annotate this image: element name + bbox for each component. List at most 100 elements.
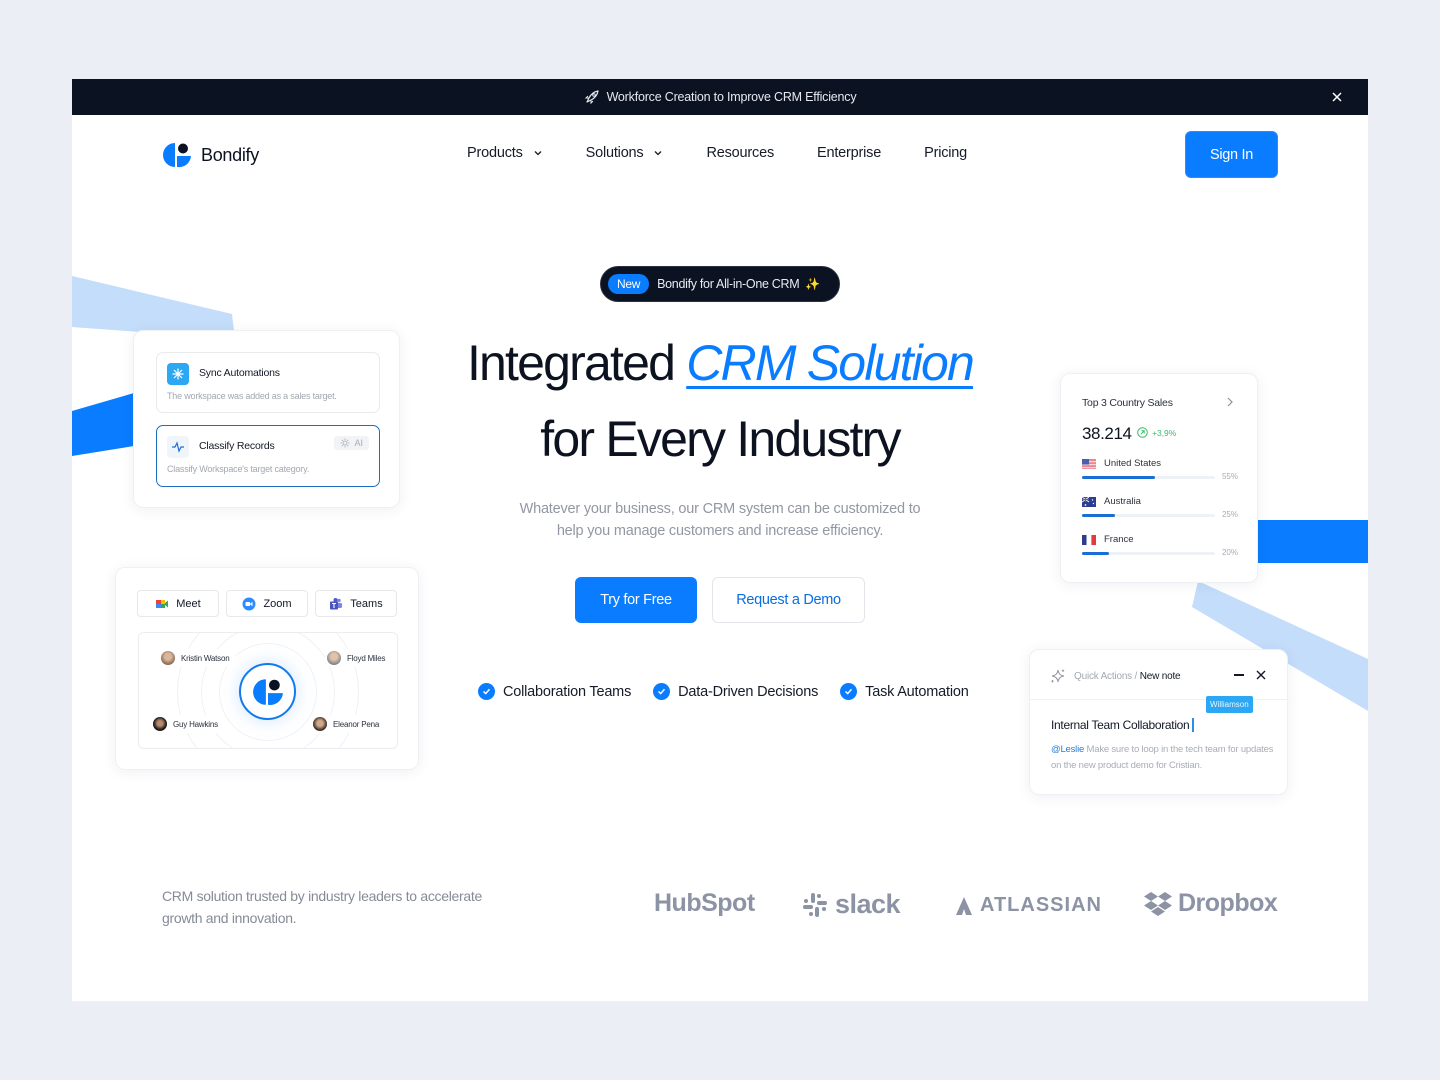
zoom-button[interactable]: Zoom (226, 590, 308, 617)
sales-trend: +3,9% (1137, 427, 1176, 438)
mention-link[interactable]: @Leslie (1051, 744, 1084, 755)
chevron-right-icon[interactable] (1225, 396, 1235, 408)
snowflake-icon (167, 363, 189, 385)
automations-card: Sync Automations The workspace was added… (133, 330, 400, 508)
feature-item: Collaboration Teams (478, 683, 631, 700)
minimize-icon[interactable] (1234, 674, 1244, 676)
brand-logo[interactable]: Bondify (162, 142, 259, 168)
slack-logo: slack (801, 889, 901, 920)
feature-label: Task Automation (865, 683, 969, 700)
country-name: United States (1104, 458, 1162, 469)
bondify-logo-icon (163, 143, 191, 168)
nav-products-label: Products (467, 145, 523, 161)
progress-fill (1082, 514, 1116, 517)
participant[interactable]: Eleanor Pena (311, 715, 386, 733)
decorative-shape-left-light (72, 276, 235, 339)
automation-title: Sync Automations (199, 367, 280, 379)
nav-resources-label: Resources (706, 145, 774, 161)
announcement-bar: Workforce Creation to Improve CRM Effici… (72, 79, 1368, 115)
nav-solutions[interactable]: Solutions (586, 145, 664, 161)
close-icon[interactable] (1255, 669, 1267, 681)
sign-in-button[interactable]: Sign In (1185, 131, 1278, 178)
note-body[interactable]: @Leslie Make sure to loop in the tech te… (1051, 742, 1276, 774)
landing-page: Workforce Creation to Improve CRM Effici… (72, 79, 1368, 1001)
us-flag-icon (1082, 459, 1096, 469)
participant-name: Eleanor Pena (333, 719, 380, 729)
meet-label: Meet (176, 597, 201, 610)
participant[interactable]: Kristin Watson (159, 649, 236, 667)
zoom-label: Zoom (263, 597, 292, 610)
meet-button[interactable]: Meet (137, 590, 219, 617)
announcement-badge[interactable]: New Bondify for All-in-One CRM ✨ (600, 266, 840, 302)
request-demo-button[interactable]: Request a Demo (712, 577, 865, 623)
nav-resources[interactable]: Resources (706, 145, 774, 161)
nav-solutions-label: Solutions (585, 145, 644, 161)
dropbox-logo: Dropbox (1143, 889, 1278, 918)
meetings-card: Meet Zoom Teams Kristin Watson Floyd Mil… (115, 567, 419, 770)
automation-title: Classify Records (199, 440, 275, 452)
nav-pricing-label: Pricing (924, 145, 968, 161)
australia-flag-icon (1082, 497, 1096, 507)
participant-name: Kristin Watson (181, 653, 230, 663)
feature-label: Collaboration Teams (503, 683, 632, 700)
breadcrumb-current: New note (1139, 671, 1181, 682)
avatar (327, 651, 341, 665)
ai-chip-label: AI (354, 438, 363, 448)
collaborator-cursor-tag: Williamson (1206, 696, 1253, 713)
nav-pricing[interactable]: Pricing (924, 145, 967, 161)
country-sales-card: Top 3 Country Sales 38.214 +3,9% United … (1060, 373, 1258, 583)
dropbox-wordmark: Dropbox (1178, 889, 1278, 917)
check-circle-icon (840, 683, 858, 700)
nav-products[interactable]: Products (467, 145, 543, 161)
hubspot-logo: HubSpot (654, 889, 755, 918)
try-for-free-button[interactable]: Try for Free (575, 577, 697, 623)
atlassian-icon (956, 896, 972, 915)
nav-enterprise-label: Enterprise (817, 145, 882, 161)
teams-button[interactable]: Teams (315, 590, 397, 617)
trusted-by-text: CRM solution trusted by industry leaders… (162, 888, 482, 926)
participant-name: Floyd Miles (347, 653, 386, 663)
sun-icon (340, 438, 350, 448)
participant[interactable]: Guy Hawkins (151, 715, 224, 733)
text-cursor (1192, 718, 1195, 732)
country-percent: 55% (1221, 472, 1238, 481)
country-percent: 20% (1221, 548, 1238, 557)
quick-note-card: Quick Actions / New note Williamson Inte… (1029, 649, 1289, 795)
sales-change: +3,9% (1152, 427, 1177, 438)
france-flag-icon (1082, 535, 1096, 545)
ai-chip: AI (334, 436, 369, 450)
note-breadcrumb: Quick Actions / New note (1074, 671, 1181, 682)
breadcrumb-parent[interactable]: Quick Actions / (1074, 671, 1137, 682)
participant[interactable]: Floyd Miles (325, 649, 392, 667)
sparkles-icon: ✨ (805, 277, 821, 291)
automation-item-classify[interactable]: Classify Records AI Classify Workspace's… (156, 425, 380, 487)
bondify-logo-icon (252, 678, 283, 705)
nav-enterprise[interactable]: Enterprise (817, 145, 881, 161)
progress-fill (1082, 476, 1156, 479)
brand-name: Bondify (201, 144, 259, 165)
hero-title-plain: Integrated (466, 335, 687, 391)
close-icon[interactable] (1328, 88, 1346, 106)
activity-icon (167, 436, 189, 458)
progress-fill (1082, 552, 1109, 555)
slack-icon (803, 892, 827, 917)
country-percent: 25% (1221, 510, 1238, 519)
automation-item-sync[interactable]: Sync Automations The workspace was added… (156, 352, 380, 413)
country-name: Australia (1104, 496, 1141, 507)
avatar (161, 651, 175, 665)
teams-label: Teams (350, 597, 383, 610)
note-title: Internal Team Collaboration (1051, 718, 1190, 732)
automation-description: The workspace was added as a sales targe… (167, 391, 337, 401)
sales-card-title: Top 3 Country Sales (1082, 397, 1173, 409)
new-tag: New (608, 274, 650, 294)
note-title-input[interactable]: Internal Team Collaboration (1051, 718, 1195, 732)
progress-track (1082, 476, 1215, 479)
automation-description: Classify Workspace's target category. (167, 464, 310, 474)
participant-name: Guy Hawkins (173, 719, 218, 729)
hero-title-accent: CRM Solution (686, 335, 975, 391)
teams-icon (330, 597, 343, 609)
chevron-down-icon (534, 151, 542, 156)
announcement-text: Workforce Creation to Improve CRM Effici… (606, 90, 857, 104)
feature-label: Data-Driven Decisions (678, 683, 819, 700)
avatar (153, 717, 167, 731)
